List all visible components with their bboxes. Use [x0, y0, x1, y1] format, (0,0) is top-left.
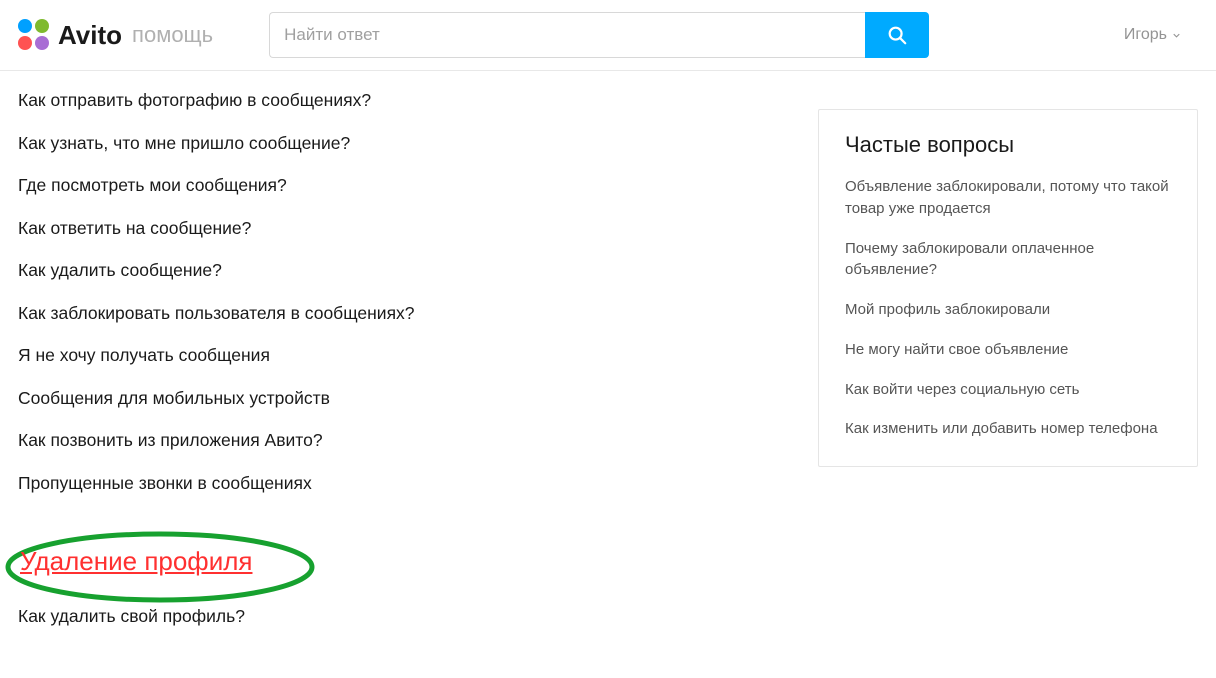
sidebar: Частые вопросы Объявление заблокировали,… [818, 79, 1198, 638]
brand-name: Avito [58, 20, 122, 51]
sidebar-faq-card: Частые вопросы Объявление заблокировали,… [818, 109, 1198, 467]
faq-list-messages: Как отправить фотографию в сообщениях? К… [18, 79, 778, 504]
brand-subtext: помощь [132, 22, 213, 48]
sidebar-link[interactable]: Объявление заблокировали, потому что так… [845, 176, 1171, 220]
faq-link[interactable]: Где посмотреть мои сообщения? [18, 164, 778, 207]
user-menu[interactable]: Игорь [1124, 26, 1198, 44]
faq-link[interactable]: Я не хочу получать сообщения [18, 334, 778, 377]
user-name: Игорь [1124, 26, 1167, 44]
sidebar-link[interactable]: Как изменить или добавить номер телефона [845, 418, 1171, 440]
search-form [269, 12, 929, 58]
faq-link[interactable]: Как узнать, что мне пришло сообщение? [18, 122, 778, 165]
main-column: Как отправить фотографию в сообщениях? К… [18, 79, 778, 638]
faq-link[interactable]: Как позвонить из приложения Авито? [18, 419, 778, 462]
brand-logo-group[interactable]: Avito помощь [18, 19, 213, 51]
sidebar-link[interactable]: Почему заблокировали оплаченное объявлен… [845, 238, 1171, 282]
sidebar-link[interactable]: Не могу найти свое объявление [845, 339, 1171, 361]
chevron-down-icon [1171, 30, 1182, 41]
sidebar-link[interactable]: Мой профиль заблокировали [845, 299, 1171, 321]
header-bar: Avito помощь Игорь [0, 0, 1216, 71]
faq-link[interactable]: Пропущенные звонки в сообщениях [18, 462, 778, 505]
search-button[interactable] [865, 12, 929, 58]
faq-link[interactable]: Как ответить на сообщение? [18, 207, 778, 250]
sidebar-link-list: Объявление заблокировали, потому что так… [845, 176, 1171, 440]
highlighted-section-heading: Удаление профиля [18, 540, 282, 583]
section-title-delete-profile[interactable]: Удаление профиля [20, 546, 252, 577]
search-icon [886, 24, 908, 46]
sidebar-title: Частые вопросы [845, 132, 1171, 158]
faq-link[interactable]: Как удалить сообщение? [18, 249, 778, 292]
avito-logo-icon [18, 19, 50, 51]
faq-link[interactable]: Как отправить фотографию в сообщениях? [18, 79, 778, 122]
faq-link[interactable]: Как заблокировать пользователя в сообщен… [18, 292, 778, 335]
search-input[interactable] [269, 12, 865, 58]
faq-link[interactable]: Сообщения для мобильных устройств [18, 377, 778, 420]
page-content: Как отправить фотографию в сообщениях? К… [0, 71, 1216, 678]
sidebar-link[interactable]: Как войти через социальную сеть [845, 379, 1171, 401]
